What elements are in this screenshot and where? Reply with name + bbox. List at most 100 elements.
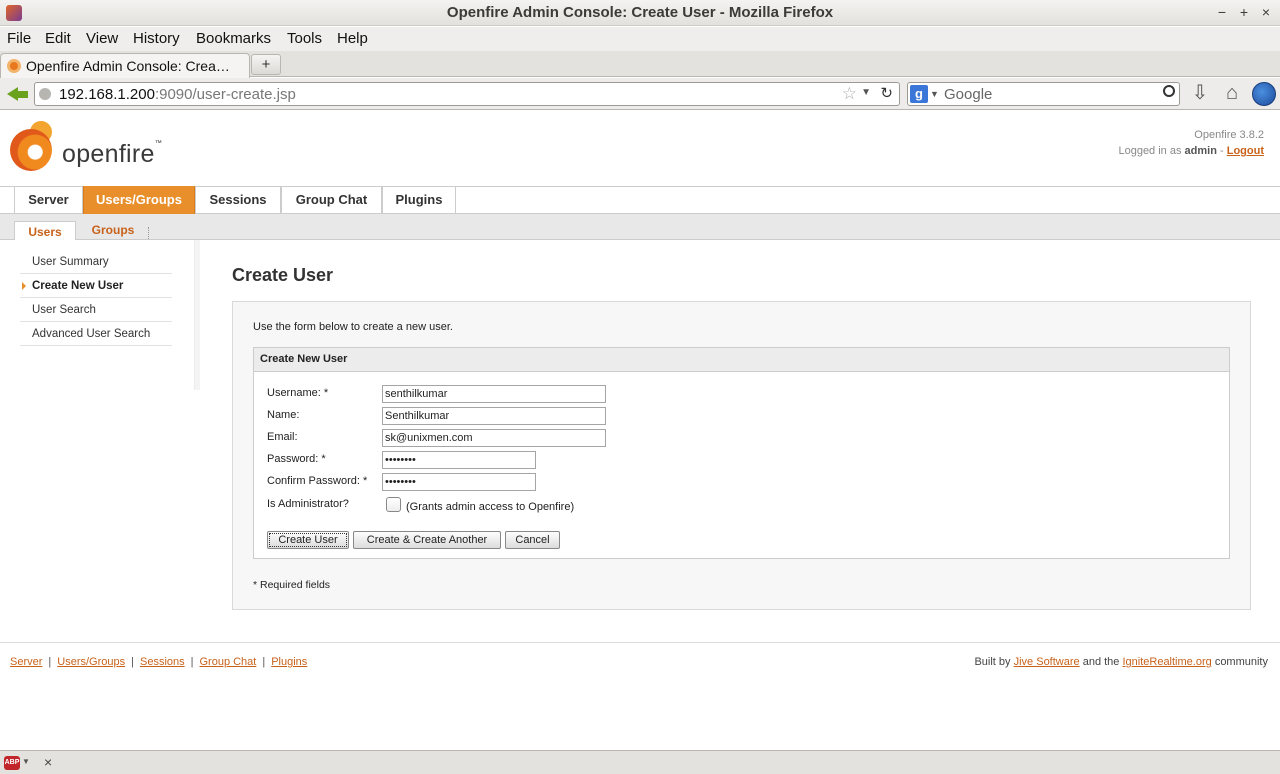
- credit-mid: and the: [1082, 656, 1120, 668]
- tab-strip: Openfire Admin Console: Crea… +: [0, 51, 1280, 78]
- search-bar[interactable]: g ▼ Google: [907, 82, 1180, 106]
- adblock-dropdown-icon[interactable]: ▼: [22, 757, 30, 766]
- firefox-sync-icon[interactable]: [1252, 82, 1276, 106]
- page-content: openfire™ Openfire 3.8.2 Logged in as ad…: [0, 111, 1280, 749]
- ignite-realtime-link[interactable]: IgniteRealtime.org: [1122, 656, 1211, 668]
- footer-link-sessions[interactable]: Sessions: [140, 656, 185, 668]
- menu-bookmarks[interactable]: Bookmarks: [196, 30, 271, 47]
- footer-credit: Built by Jive Software and the IgniteRea…: [974, 656, 1268, 668]
- url-path: :9090/user-create.jsp: [154, 86, 296, 103]
- menubar: File Edit View History Bookmarks Tools H…: [0, 27, 1280, 51]
- password-label: Password: *: [267, 453, 326, 465]
- reload-icon[interactable]: ↻: [880, 84, 893, 102]
- home-icon[interactable]: ⌂: [1219, 80, 1245, 106]
- search-magnifier-icon[interactable]: [1163, 85, 1175, 97]
- status-bar: ABP ▼ ×: [0, 750, 1280, 774]
- url-bar[interactable]: 192.168.1.200:9090/user-create.jsp ☆ ▼ ↻: [34, 82, 900, 106]
- tab-server[interactable]: Server: [14, 186, 83, 214]
- email-field[interactable]: sk@unixmen.com: [382, 429, 606, 447]
- footer-pipe: |: [190, 656, 194, 668]
- credit-prefix: Built by: [974, 656, 1011, 668]
- footer-link-group-chat[interactable]: Group Chat: [199, 656, 256, 668]
- is-admin-checkbox[interactable]: [386, 497, 401, 512]
- logout-link[interactable]: Logout: [1227, 145, 1264, 157]
- tab-label: Openfire Admin Console: Crea…: [26, 58, 230, 74]
- footer: Server | Users/Groups | Sessions | Group Chat |…: [0, 642, 1280, 672]
- tab-group-chat[interactable]: Group Chat: [281, 186, 382, 214]
- minimize-button[interactable]: −: [1214, 4, 1230, 20]
- menu-help[interactable]: Help: [337, 30, 368, 47]
- menu-tools[interactable]: Tools: [287, 30, 322, 47]
- sidebar-item-user-search[interactable]: User Search: [20, 298, 172, 322]
- menu-edit[interactable]: Edit: [45, 30, 71, 47]
- search-engine-dropdown-icon[interactable]: ▼: [930, 89, 939, 99]
- maximize-button[interactable]: +: [1236, 4, 1252, 20]
- current-user: admin: [1184, 145, 1217, 157]
- jive-software-link[interactable]: Jive Software: [1014, 656, 1080, 668]
- subtab-users[interactable]: Users: [14, 221, 76, 241]
- close-addon-bar-icon[interactable]: ×: [44, 754, 52, 770]
- page-title: Create User: [232, 265, 334, 285]
- google-engine-icon[interactable]: g: [910, 85, 928, 103]
- is-admin-label: Is Administrator?: [267, 498, 349, 510]
- site-identity-icon[interactable]: [39, 88, 51, 100]
- menu-history[interactable]: History: [133, 30, 180, 47]
- url-text[interactable]: 192.168.1.200:9090/user-create.jsp: [59, 86, 296, 103]
- create-and-create-another-button[interactable]: Create & Create Another: [353, 531, 501, 549]
- back-arrow-shaft: [16, 91, 28, 98]
- login-separator: -: [1220, 145, 1224, 157]
- menu-file[interactable]: File: [7, 30, 31, 47]
- browser-tab[interactable]: Openfire Admin Console: Crea…: [0, 53, 250, 78]
- sidebar-item-advanced-user-search[interactable]: Advanced User Search: [20, 322, 172, 346]
- name-field[interactable]: Senthilkumar: [382, 407, 606, 425]
- sidebar-item-user-summary[interactable]: User Summary: [20, 250, 172, 274]
- admin-note: (Grants admin access to Openfire): [406, 501, 575, 513]
- username-label: Username: *: [267, 387, 329, 399]
- new-tab-button[interactable]: +: [251, 54, 281, 75]
- openfire-favicon-icon: [7, 59, 21, 73]
- required-fields-note: * Required fields: [253, 579, 331, 591]
- footer-pipe: |: [131, 656, 134, 668]
- menu-view[interactable]: View: [86, 30, 118, 47]
- openfire-logo[interactable]: openfire™: [10, 117, 170, 177]
- sidebar-item-create-new-user[interactable]: Create New User: [20, 274, 172, 298]
- downloads-icon[interactable]: ⇩: [1187, 80, 1213, 106]
- create-user-panel: Use the form below to create a new user.…: [232, 301, 1251, 610]
- sidebar-panel: User Summary Create New User User Search…: [0, 240, 195, 390]
- fieldset-title: Create New User: [254, 348, 1229, 372]
- subtab-groups[interactable]: Groups: [80, 220, 146, 240]
- create-user-button[interactable]: Create User: [267, 531, 349, 549]
- main-navigation: Server Users/Groups Sessions Group Chat …: [0, 186, 1280, 214]
- footer-link-plugins[interactable]: Plugins: [271, 656, 307, 668]
- cancel-button[interactable]: Cancel: [505, 531, 560, 549]
- logo-text: openfire™: [62, 140, 162, 169]
- sub-navigation: Users Groups: [0, 214, 1280, 241]
- footer-pipe: |: [48, 656, 52, 668]
- password-field[interactable]: ••••••••: [382, 451, 536, 469]
- tab-users-groups[interactable]: Users/Groups: [83, 186, 195, 214]
- logo-wordmark: openfire: [62, 140, 155, 168]
- tab-plugins[interactable]: Plugins: [382, 186, 456, 214]
- footer-link-server[interactable]: Server: [10, 656, 42, 668]
- intro-text: Use the form below to create a new user.: [253, 321, 453, 333]
- close-window-button[interactable]: ×: [1258, 4, 1274, 20]
- footer-links: Server | Users/Groups | Sessions | Group Chat |…: [10, 656, 307, 668]
- email-label: Email:: [267, 431, 298, 443]
- bookmark-star-icon[interactable]: ☆: [842, 84, 857, 104]
- navigation-toolbar: 192.168.1.200:9090/user-create.jsp ☆ ▼ ↻…: [0, 78, 1280, 110]
- search-input[interactable]: Google: [944, 86, 992, 103]
- confirm-password-field[interactable]: ••••••••: [382, 473, 536, 491]
- sidebar: User Summary Create New User User Search…: [0, 240, 200, 390]
- create-user-form: Create New User Username: * senthilkumar…: [253, 347, 1230, 559]
- url-history-dropdown-icon[interactable]: ▼: [861, 87, 871, 98]
- back-button[interactable]: [5, 82, 29, 106]
- window-title: Openfire Admin Console: Create User - Mo…: [446, 4, 834, 21]
- logo-flame-icon: [10, 129, 52, 171]
- footer-link-users-groups[interactable]: Users/Groups: [57, 656, 125, 668]
- adblock-icon[interactable]: ABP: [4, 756, 20, 770]
- name-label: Name:: [267, 409, 300, 421]
- logged-in-prefix: Logged in as: [1118, 145, 1182, 157]
- tab-sessions[interactable]: Sessions: [195, 186, 281, 214]
- header-info: Openfire 3.8.2 Logged in as admin - Logo…: [1118, 127, 1264, 159]
- username-field[interactable]: senthilkumar: [382, 385, 606, 403]
